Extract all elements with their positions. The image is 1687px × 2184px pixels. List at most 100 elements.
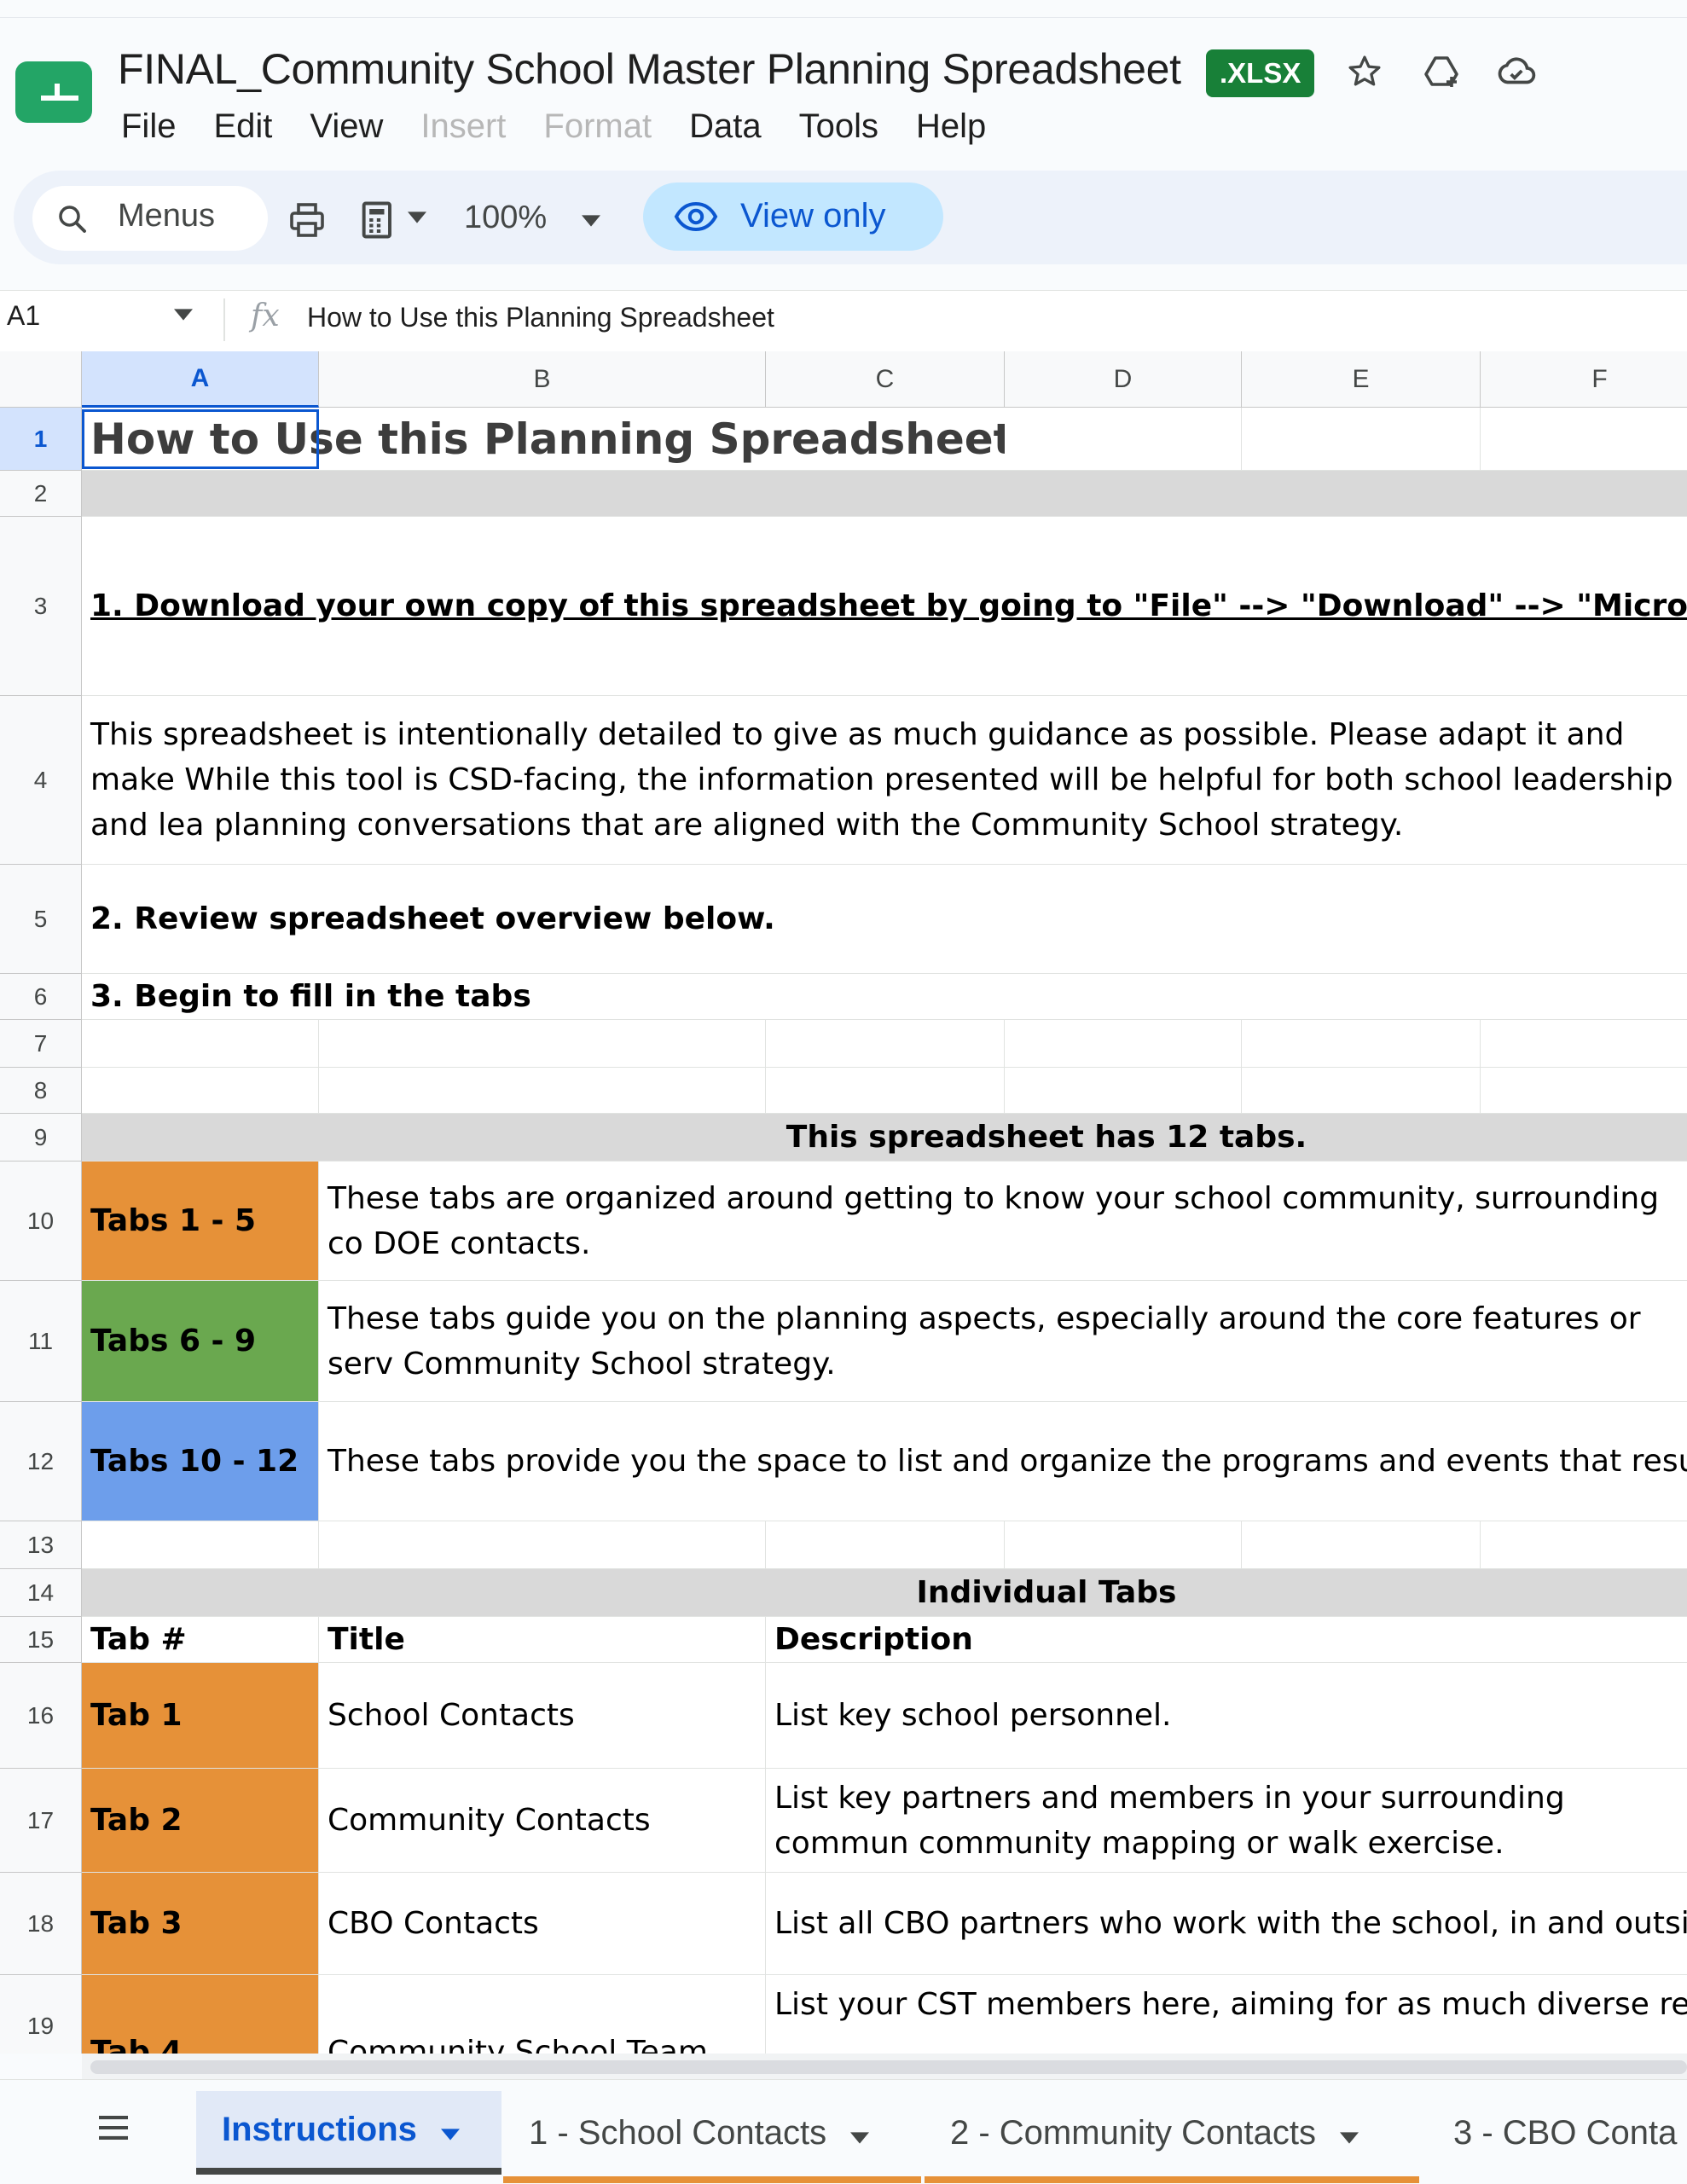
cell[interactable]	[1242, 1068, 1481, 1114]
cell[interactable]	[1242, 1020, 1481, 1068]
column-label-tab-number[interactable]: Tab #	[82, 1617, 319, 1663]
zoom-select[interactable]: 100%	[464, 200, 547, 236]
row-header[interactable]: 6	[0, 974, 82, 1020]
cell[interactable]	[1481, 1521, 1687, 1569]
chevron-down-icon[interactable]	[408, 211, 426, 228]
sheet-tab-instructions[interactable]: Instructions	[196, 2091, 501, 2175]
row-header[interactable]: 7	[0, 1020, 82, 1068]
row-header[interactable]: 11	[0, 1281, 82, 1402]
column-header-a[interactable]: A	[82, 351, 319, 408]
table-row-description[interactable]: List your CST members here, aiming for a…	[766, 1975, 1687, 2054]
sheet-tab-school-contacts[interactable]: 1 - School Contacts	[503, 2091, 921, 2183]
zoom-chevron-down-icon[interactable]	[582, 215, 600, 231]
table-row-description[interactable]: List key school personnel.	[766, 1663, 1687, 1769]
row-header[interactable]: 4	[0, 696, 82, 865]
horizontal-scrollbar[interactable]	[82, 2054, 1687, 2079]
tabs-10-12-cell[interactable]: Tabs 10 - 12	[82, 1402, 319, 1521]
tabs-6-9-description-cell[interactable]: These tabs guide you on the planning asp…	[319, 1281, 1687, 1402]
name-box[interactable]: A1	[7, 300, 40, 332]
row-header[interactable]: 15	[0, 1617, 82, 1663]
sheet-tab-community-contacts[interactable]: 2 - Community Contacts	[925, 2091, 1419, 2183]
column-header-c[interactable]: C	[766, 351, 1005, 408]
cell[interactable]	[1005, 1521, 1242, 1569]
row-header[interactable]: 16	[0, 1663, 82, 1769]
add-to-drive-icon[interactable]	[1417, 48, 1465, 96]
row-header[interactable]: 18	[0, 1873, 82, 1975]
row-header[interactable]: 3	[0, 517, 82, 696]
tabs-1-5-cell[interactable]: Tabs 1 - 5	[82, 1162, 319, 1281]
cell[interactable]	[82, 1020, 319, 1068]
cell[interactable]	[1481, 408, 1687, 471]
table-row-title[interactable]: Community Contacts	[319, 1769, 766, 1873]
row-header[interactable]: 13	[0, 1521, 82, 1569]
step-2-cell[interactable]: 2. Review spreadsheet overview below.	[82, 865, 1687, 974]
sheets-logo-icon[interactable]	[15, 61, 92, 123]
row-header[interactable]: 19	[0, 1975, 82, 2054]
row-header[interactable]: 9	[0, 1114, 82, 1162]
menu-edit[interactable]: Edit	[194, 101, 291, 152]
calculator-icon[interactable]	[357, 198, 401, 246]
step-1-cell[interactable]: 1. Download your own copy of this spread…	[82, 517, 1687, 696]
cell[interactable]	[319, 1068, 766, 1114]
row-header[interactable]: 8	[0, 1068, 82, 1114]
column-header-f[interactable]: F	[1481, 351, 1687, 408]
intro-text-cell[interactable]: This spreadsheet is intentionally detail…	[82, 696, 1687, 865]
tabs-10-12-description-cell[interactable]: These tabs provide you the space to list…	[319, 1402, 1687, 1521]
cell[interactable]	[1481, 1020, 1687, 1068]
formula-content[interactable]: How to Use this Planning Spreadsheet	[307, 302, 774, 333]
star-icon[interactable]	[1341, 48, 1388, 96]
cell[interactable]	[766, 1521, 1005, 1569]
column-header-b[interactable]: B	[319, 351, 766, 408]
tabs-1-5-description-cell[interactable]: These tabs are organized around getting …	[319, 1162, 1687, 1281]
select-all-corner[interactable]	[0, 351, 82, 408]
chevron-down-icon[interactable]	[1340, 2114, 1359, 2152]
row-header[interactable]: 1	[0, 408, 82, 471]
row-header[interactable]: 14	[0, 1569, 82, 1617]
chevron-down-icon[interactable]	[850, 2114, 870, 2152]
view-only-button[interactable]: View only	[643, 182, 943, 251]
cell[interactable]	[319, 1020, 766, 1068]
cell[interactable]	[1005, 408, 1242, 471]
table-row-title[interactable]: CBO Contacts	[319, 1873, 766, 1975]
row-header[interactable]: 5	[0, 865, 82, 974]
name-box-chevron-down-icon[interactable]	[174, 309, 193, 325]
divider-row-cell[interactable]	[82, 471, 1687, 517]
cell[interactable]	[1005, 1068, 1242, 1114]
cell[interactable]	[766, 1020, 1005, 1068]
sheet-title-cell[interactable]: How to Use this Planning Spreadsheet	[82, 408, 1005, 471]
tabs-count-header-cell[interactable]: This spreadsheet has 12 tabs.	[82, 1114, 1687, 1162]
cell[interactable]	[1481, 1068, 1687, 1114]
table-row-title[interactable]: School Contacts	[319, 1663, 766, 1769]
row-header[interactable]: 10	[0, 1162, 82, 1281]
table-row-description[interactable]: List key partners and members in your su…	[766, 1769, 1687, 1873]
document-title[interactable]: FINAL_Community School Master Planning S…	[118, 44, 1181, 94]
table-row-title[interactable]: Community School Team	[319, 1975, 766, 2054]
cell[interactable]	[1242, 1521, 1481, 1569]
chevron-down-icon[interactable]	[440, 2111, 460, 2149]
step-3-cell[interactable]: 3. Begin to fill in the tabs	[82, 974, 1687, 1020]
table-row-description[interactable]: List all CBO partners who work with the …	[766, 1873, 1687, 1975]
all-sheets-menu-icon[interactable]	[96, 2113, 131, 2146]
print-icon[interactable]	[287, 200, 328, 245]
menu-file[interactable]: File	[121, 101, 194, 152]
tabs-6-9-cell[interactable]: Tabs 6 - 9	[82, 1281, 319, 1402]
menu-tools[interactable]: Tools	[780, 101, 897, 152]
cell[interactable]	[1005, 1020, 1242, 1068]
cloud-status-icon[interactable]	[1493, 48, 1540, 96]
column-header-e[interactable]: E	[1242, 351, 1481, 408]
cell[interactable]	[1242, 408, 1481, 471]
row-header[interactable]: 17	[0, 1769, 82, 1873]
table-row-tab-number[interactable]: Tab 4	[82, 1975, 319, 2054]
row-header[interactable]: 12	[0, 1402, 82, 1521]
column-label-description[interactable]: Description	[766, 1617, 1687, 1663]
cell[interactable]	[82, 1068, 319, 1114]
individual-tabs-header-cell[interactable]: Individual Tabs	[82, 1569, 1687, 1617]
row-header[interactable]: 2	[0, 471, 82, 517]
menu-data[interactable]: Data	[670, 101, 780, 152]
cell[interactable]	[82, 1521, 319, 1569]
sheet-tab-cbo-contacts[interactable]: 3 - CBO Conta	[1426, 2091, 1687, 2175]
menu-view[interactable]: View	[291, 101, 402, 152]
table-row-tab-number[interactable]: Tab 1	[82, 1663, 319, 1769]
menus-search-button[interactable]: Menus	[32, 186, 268, 251]
cell[interactable]	[319, 1521, 766, 1569]
